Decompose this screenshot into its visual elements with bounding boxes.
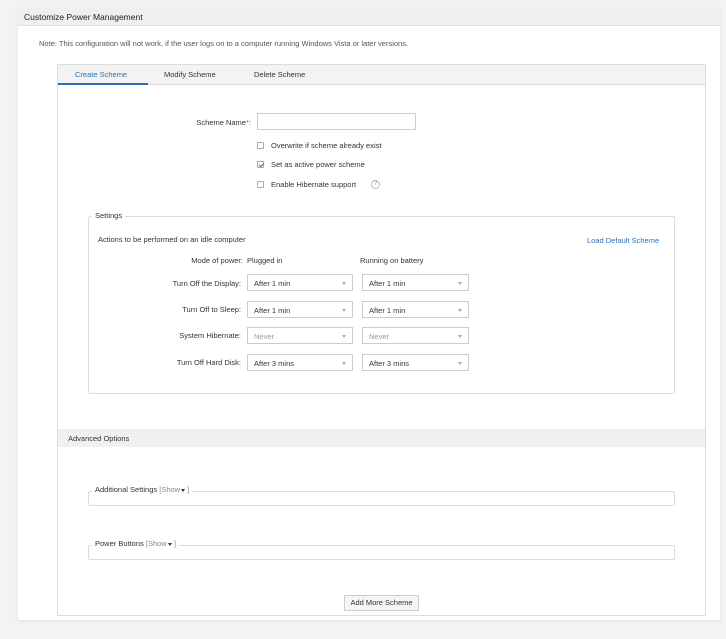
chevron-down-icon xyxy=(342,309,346,312)
hibernate-plugged-select[interactable]: Never xyxy=(247,327,353,344)
sleep-battery-select[interactable]: After 1 min xyxy=(362,301,469,318)
chevron-down-icon xyxy=(458,362,462,365)
chevron-down-icon xyxy=(342,282,346,285)
hard-disk-label: Turn Off Hard Disk: xyxy=(176,358,241,367)
overwrite-label: Overwrite if scheme already exist xyxy=(271,141,382,150)
title-bar: Customize Power Management xyxy=(18,8,720,26)
caret-down-icon xyxy=(167,542,172,546)
display-off-plugged-select[interactable]: After 1 min xyxy=(247,274,353,291)
scheme-panel: Create Scheme Modify Scheme Delete Schem… xyxy=(57,64,706,616)
display-off-battery-select[interactable]: After 1 min xyxy=(362,274,469,291)
help-icon[interactable]: ? xyxy=(371,180,380,189)
add-more-scheme-button[interactable]: Add More Scheme xyxy=(344,595,419,611)
caret-down-icon xyxy=(181,488,186,492)
set-active-label: Set as active power scheme xyxy=(271,160,365,169)
hard-disk-battery-select[interactable]: After 3 mins xyxy=(362,354,469,371)
display-off-label: Turn Off the Display: xyxy=(172,279,241,288)
load-default-scheme-link[interactable]: Load Default Scheme xyxy=(587,236,659,245)
chevron-down-icon xyxy=(458,335,462,338)
tab-create-scheme[interactable]: Create Scheme xyxy=(75,70,127,79)
sleep-plugged-select[interactable]: After 1 min xyxy=(247,301,353,318)
plugged-in-header: Plugged in xyxy=(247,256,283,265)
chevron-down-icon xyxy=(458,309,462,312)
settings-legend: Settings xyxy=(92,211,126,220)
advanced-options-title: Advanced Options xyxy=(68,434,130,443)
hibernate-checkbox[interactable] xyxy=(257,181,264,188)
power-management-card: Customize Power Management Note: This co… xyxy=(18,8,720,620)
tab-delete-scheme[interactable]: Delete Scheme xyxy=(254,70,305,79)
hibernate-row-label: System Hibernate: xyxy=(179,331,241,340)
chevron-down-icon xyxy=(458,282,462,285)
mode-of-power-label: Mode of power: xyxy=(191,256,243,265)
hard-disk-plugged-select[interactable]: After 3 mins xyxy=(247,354,353,371)
hibernate-battery-select[interactable]: Never xyxy=(362,327,469,344)
scheme-name-input[interactable] xyxy=(257,113,416,130)
chevron-down-icon xyxy=(342,362,346,365)
scheme-name-label: Scheme Name*: xyxy=(196,118,251,127)
settings-subtitle: Actions to be performed on an idle compu… xyxy=(98,235,246,244)
hibernate-label: Enable Hibernate support xyxy=(271,180,357,189)
sleep-label: Turn Off to Sleep: xyxy=(182,305,241,314)
page-title: Customize Power Management xyxy=(24,12,143,22)
battery-header: Running on battery xyxy=(360,256,424,265)
overwrite-checkbox[interactable] xyxy=(257,142,264,149)
power-buttons-legend[interactable]: Power Buttons [Show ] xyxy=(92,539,179,548)
tab-bar: Create Scheme Modify Scheme Delete Schem… xyxy=(58,65,705,85)
show-toggle[interactable]: Show xyxy=(161,485,180,494)
chevron-down-icon xyxy=(342,335,346,338)
compatibility-note: Note: This configuration will not work, … xyxy=(39,39,409,48)
show-toggle[interactable]: Show xyxy=(148,539,167,548)
additional-settings-legend[interactable]: Additional Settings [Show ] xyxy=(92,485,193,494)
tab-modify-scheme[interactable]: Modify Scheme xyxy=(164,70,216,79)
advanced-options-bar: Advanced Options xyxy=(58,429,705,447)
active-tab-indicator xyxy=(58,83,148,85)
set-active-checkbox[interactable] xyxy=(257,161,264,168)
